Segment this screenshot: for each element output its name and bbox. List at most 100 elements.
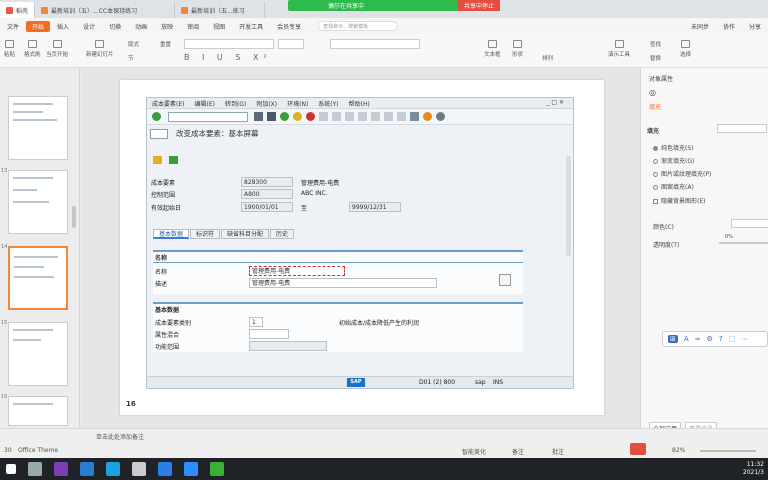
fill-option[interactable]: 图片或纹理填充(P) (653, 169, 711, 178)
share-button[interactable]: 分享 (742, 22, 768, 31)
onenote-icon[interactable] (54, 462, 68, 476)
text-icon[interactable]: A (684, 335, 689, 343)
layout-button[interactable]: 版式 (128, 40, 139, 48)
transparency-slider[interactable] (719, 242, 768, 244)
tab-indicators[interactable]: 标识符 (190, 229, 221, 239)
tab-document-1[interactable]: 最新培训（五）...CC本保持练习 (35, 2, 176, 18)
sap-menu-item[interactable]: 转到(G) (220, 99, 251, 108)
menu-view[interactable]: 视图 (206, 22, 232, 31)
cancel-icon[interactable] (306, 112, 315, 121)
find-icon[interactable] (332, 112, 341, 121)
reset-button[interactable]: 重置 (160, 40, 171, 48)
find-next-icon[interactable] (345, 112, 354, 121)
shape-icon[interactable]: ⬚ (729, 335, 736, 343)
menu-file[interactable]: 文件 (0, 22, 26, 31)
tab-history[interactable]: 历史 (270, 229, 295, 239)
help-icon[interactable] (423, 112, 432, 121)
sap-menu-item[interactable]: 系统(Y) (313, 99, 343, 108)
font-name-select[interactable] (184, 39, 274, 49)
sap-menu-item[interactable]: 附加(X) (251, 99, 282, 108)
hide-background-checkbox[interactable]: 隐藏背景图形(E) (653, 196, 705, 205)
section-button[interactable]: 节 (128, 54, 134, 62)
back-double-icon[interactable] (254, 112, 263, 121)
app-icon[interactable] (80, 462, 94, 476)
play-slideshow-button[interactable] (630, 443, 646, 455)
paragraph-group[interactable] (330, 39, 420, 49)
wechat-icon[interactable] (210, 462, 224, 476)
shape-button[interactable]: 形状 (512, 40, 523, 58)
app-icon[interactable] (132, 462, 146, 476)
find-button[interactable]: 查找 (650, 40, 661, 48)
settings-icon[interactable]: ⚙ (707, 335, 713, 343)
smart-beautify-button[interactable]: 智能美化 (462, 447, 486, 456)
fill-tab[interactable]: 填充 (649, 102, 661, 111)
slide-thumbnail[interactable] (8, 96, 68, 160)
translate-icon[interactable]: ≈ (695, 335, 701, 343)
slide-thumbnail-selected[interactable] (8, 246, 68, 310)
menu-animation[interactable]: 动画 (128, 22, 154, 31)
stop-share-button[interactable]: 共享中停止 (457, 0, 500, 11)
fill-dropdown[interactable] (717, 124, 767, 133)
new-slide-button[interactable]: 新建幻灯片 (86, 40, 114, 58)
help-icon[interactable]: ? (719, 335, 723, 343)
enter-icon[interactable] (152, 112, 161, 121)
sap-scrollbar[interactable] (566, 156, 571, 256)
zoom-slider[interactable] (700, 450, 756, 452)
functional-area-input[interactable] (249, 341, 327, 351)
fill-option[interactable]: 渐变填充(G) (653, 156, 694, 165)
app-icon[interactable] (106, 462, 120, 476)
collab-button[interactable]: 协作 (716, 22, 742, 31)
window-controls[interactable]: _ □ ✕ (541, 99, 569, 106)
select-button[interactable]: 选择 (680, 40, 691, 58)
menu-transition[interactable]: 切换 (102, 22, 128, 31)
menu-home[interactable]: 开始 (26, 20, 51, 32)
format-painter-button[interactable]: 格式刷 (24, 40, 41, 58)
command-field[interactable] (168, 111, 248, 122)
font-size-select[interactable] (278, 39, 304, 49)
cost-element-category-input[interactable]: 1 (249, 317, 263, 327)
fill-option[interactable]: 图案填充(A) (653, 182, 694, 191)
new-session-icon[interactable] (410, 112, 419, 121)
menu-design[interactable]: 设计 (76, 22, 102, 31)
comment-button[interactable]: 批注 (552, 447, 564, 456)
tab-document-2[interactable]: 最新培训（五...练习 (175, 2, 266, 18)
menu-review[interactable]: 审阅 (180, 22, 206, 31)
ai-icon[interactable]: ⊞ (668, 335, 678, 343)
slide-thumbnail[interactable] (8, 322, 68, 386)
play-from-current-button[interactable]: 当页开始 (46, 40, 68, 58)
screen-toggle-button[interactable] (150, 128, 168, 139)
sync-status[interactable]: 未同步 (684, 22, 716, 31)
last-page-icon[interactable] (397, 112, 406, 121)
textbox-button[interactable]: 文本框 (484, 40, 501, 58)
fill-tab-icon[interactable]: ◎ (649, 88, 656, 97)
wps-icon[interactable] (158, 462, 172, 476)
settings-icon[interactable] (436, 112, 445, 121)
arrange-button[interactable]: 排列 (542, 54, 553, 62)
name-input[interactable]: 管理费用-电费 (249, 266, 345, 276)
description-input[interactable]: 管理费用-电费 (249, 278, 437, 288)
menu-slideshow[interactable]: 放映 (154, 22, 180, 31)
command-search[interactable]: 查找命令、搜索模板 (318, 21, 399, 31)
object-icon[interactable] (153, 156, 162, 164)
fill-option[interactable]: 纯色填充(S) (653, 143, 694, 152)
long-text-icon[interactable] (499, 274, 511, 286)
task-view-icon[interactable] (28, 462, 42, 476)
menu-member[interactable]: 会员专享 (270, 22, 308, 31)
zoom-icon[interactable] (184, 462, 198, 476)
prev-page-icon[interactable] (371, 112, 380, 121)
thumbnail-scrollbar[interactable] (72, 206, 76, 228)
menu-insert[interactable]: 插入 (50, 22, 76, 31)
paste-button[interactable]: 粘贴 (4, 40, 15, 58)
slide-thumbnail[interactable] (8, 170, 68, 234)
notes-placeholder[interactable]: 单击此处添加备注 (96, 432, 144, 441)
tab-home[interactable]: 稻壳 (0, 2, 36, 18)
font-style-buttons[interactable]: B I U S X² (184, 53, 272, 62)
sap-menu-item[interactable]: 编辑(E) (189, 99, 219, 108)
save-icon[interactable] (267, 112, 276, 121)
tab-basic-data[interactable]: 基本数据 (153, 229, 190, 239)
sap-menu-item[interactable]: 成本要素(E) (147, 99, 189, 108)
sap-menu-item[interactable]: 环境(N) (282, 99, 313, 108)
tree-icon[interactable] (169, 156, 178, 164)
exit-icon[interactable] (293, 112, 302, 121)
notes-button[interactable]: 备注 (512, 447, 524, 456)
